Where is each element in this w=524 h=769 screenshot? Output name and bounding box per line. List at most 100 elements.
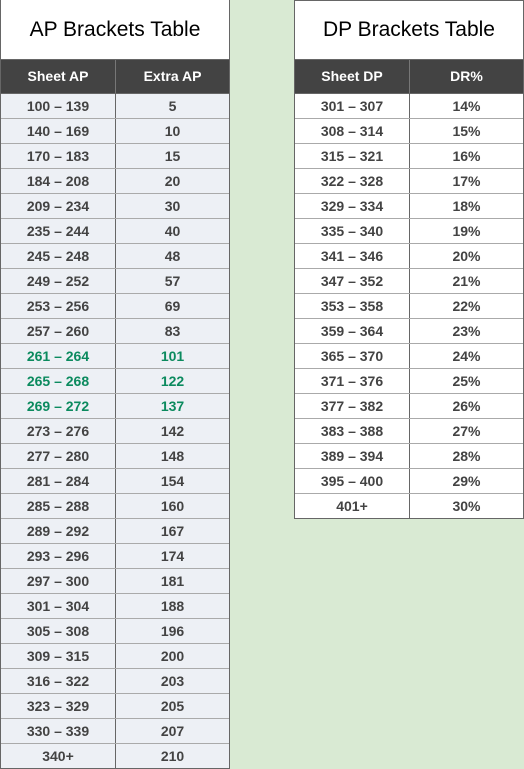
range-cell: 377 – 382 xyxy=(295,394,410,418)
table-row: 329 – 334 18% xyxy=(295,194,523,219)
table-row: 347 – 352 21% xyxy=(295,269,523,294)
range-cell: 323 – 329 xyxy=(1,694,116,718)
range-cell: 322 – 328 xyxy=(295,169,410,193)
table-row: 340+ 210 xyxy=(1,744,229,768)
range-cell: 365 – 370 xyxy=(295,344,410,368)
table-row: 309 – 315 200 xyxy=(1,644,229,669)
ap-table-body: 100 – 139 5 140 – 169 10 170 – 183 15 184 – 20… xyxy=(1,94,229,768)
range-cell: 209 – 234 xyxy=(1,194,116,218)
value-cell: 20 xyxy=(164,173,181,189)
value-cell: 174 xyxy=(160,548,185,564)
value-cell: 142 xyxy=(160,423,185,439)
range-cell: 297 – 300 xyxy=(1,569,116,593)
range-cell: 371 – 376 xyxy=(295,369,410,393)
value-cell: 22% xyxy=(452,298,481,314)
value-cell: 48 xyxy=(164,248,181,264)
range-cell: 383 – 388 xyxy=(295,419,410,443)
range-cell: 170 – 183 xyxy=(1,144,116,168)
range-cell: 305 – 308 xyxy=(1,619,116,643)
range-cell: 265 – 268 xyxy=(1,369,116,393)
table-row: 297 – 300 181 xyxy=(1,569,229,594)
value-cell: 28% xyxy=(452,448,481,464)
table-row: 245 – 248 48 xyxy=(1,244,229,269)
value-cell: 207 xyxy=(160,723,185,739)
value-cell: 17% xyxy=(452,173,481,189)
value-cell: 19% xyxy=(452,223,481,239)
range-cell: 249 – 252 xyxy=(1,269,116,293)
range-cell: 253 – 256 xyxy=(1,294,116,318)
table-row: 235 – 244 40 xyxy=(1,219,229,244)
value-cell: 148 xyxy=(160,448,185,464)
value-cell: 5 xyxy=(168,98,177,114)
range-cell: 100 – 139 xyxy=(1,94,116,118)
ap-table-header: Sheet AP Extra AP xyxy=(1,60,229,94)
value-cell: 10 xyxy=(164,123,181,139)
table-row: 377 – 382 26% xyxy=(295,394,523,419)
range-cell: 269 – 272 xyxy=(1,394,116,418)
table-row: 371 – 376 25% xyxy=(295,369,523,394)
value-cell: 15 xyxy=(164,148,181,164)
value-cell: 40 xyxy=(164,223,181,239)
range-cell: 347 – 352 xyxy=(295,269,410,293)
value-cell: 30% xyxy=(452,498,481,514)
range-cell: 330 – 339 xyxy=(1,719,116,743)
range-cell: 389 – 394 xyxy=(295,444,410,468)
dp-table-header: Sheet DP DR% xyxy=(295,60,523,94)
table-row: 322 – 328 17% xyxy=(295,169,523,194)
table-row: 353 – 358 22% xyxy=(295,294,523,319)
value-cell: 160 xyxy=(160,498,185,514)
table-row: 365 – 370 24% xyxy=(295,344,523,369)
column-header-sheet-dp: Sheet DP xyxy=(295,60,410,93)
range-cell: 316 – 322 xyxy=(1,669,116,693)
value-cell: 16% xyxy=(452,148,481,164)
value-cell: 181 xyxy=(160,573,185,589)
value-cell: 15% xyxy=(452,123,481,139)
table-row: 330 – 339 207 xyxy=(1,719,229,744)
table-row: 401+ 30% xyxy=(295,494,523,518)
table-row: 308 – 314 15% xyxy=(295,119,523,144)
value-cell: 20% xyxy=(452,248,481,264)
ap-brackets-table: AP Brackets Table Sheet AP Extra AP 100 … xyxy=(0,0,230,769)
value-cell: 14% xyxy=(452,98,481,114)
value-cell: 69 xyxy=(164,298,181,314)
range-cell: 245 – 248 xyxy=(1,244,116,268)
value-cell: 101 xyxy=(160,348,185,364)
table-row: 389 – 394 28% xyxy=(295,444,523,469)
value-cell: 23% xyxy=(452,323,481,339)
table-row: 341 – 346 20% xyxy=(295,244,523,269)
value-cell: 154 xyxy=(160,473,185,489)
table-row: 209 – 234 30 xyxy=(1,194,229,219)
table-row: 289 – 292 167 xyxy=(1,519,229,544)
table-row: 184 – 208 20 xyxy=(1,169,229,194)
range-cell: 281 – 284 xyxy=(1,469,116,493)
value-cell: 83 xyxy=(164,323,181,339)
value-cell: 18% xyxy=(452,198,481,214)
value-cell: 122 xyxy=(160,373,185,389)
table-row: 315 – 321 16% xyxy=(295,144,523,169)
range-cell: 257 – 260 xyxy=(1,319,116,343)
column-header-extra-ap: Extra AP xyxy=(143,68,202,84)
table-row: 277 – 280 148 xyxy=(1,444,229,469)
table-row: 249 – 252 57 xyxy=(1,269,229,294)
value-cell: 200 xyxy=(160,648,185,664)
range-cell: 184 – 208 xyxy=(1,169,116,193)
table-row: 359 – 364 23% xyxy=(295,319,523,344)
range-cell: 277 – 280 xyxy=(1,444,116,468)
value-cell: 24% xyxy=(452,348,481,364)
table-row: 261 – 264 101 xyxy=(1,344,229,369)
value-cell: 203 xyxy=(160,673,185,689)
range-cell: 285 – 288 xyxy=(1,494,116,518)
range-cell: 401+ xyxy=(295,494,410,518)
range-cell: 329 – 334 xyxy=(295,194,410,218)
table-row: 273 – 276 142 xyxy=(1,419,229,444)
range-cell: 301 – 307 xyxy=(295,94,410,118)
range-cell: 340+ xyxy=(1,744,116,768)
range-cell: 341 – 346 xyxy=(295,244,410,268)
value-cell: 30 xyxy=(164,198,181,214)
table-row: 293 – 296 174 xyxy=(1,544,229,569)
value-cell: 26% xyxy=(452,398,481,414)
dp-brackets-table: DP Brackets Table Sheet DP DR% 301 – 307… xyxy=(294,0,524,519)
table-row: 395 – 400 29% xyxy=(295,469,523,494)
range-cell: 315 – 321 xyxy=(295,144,410,168)
value-cell: 21% xyxy=(452,273,481,289)
